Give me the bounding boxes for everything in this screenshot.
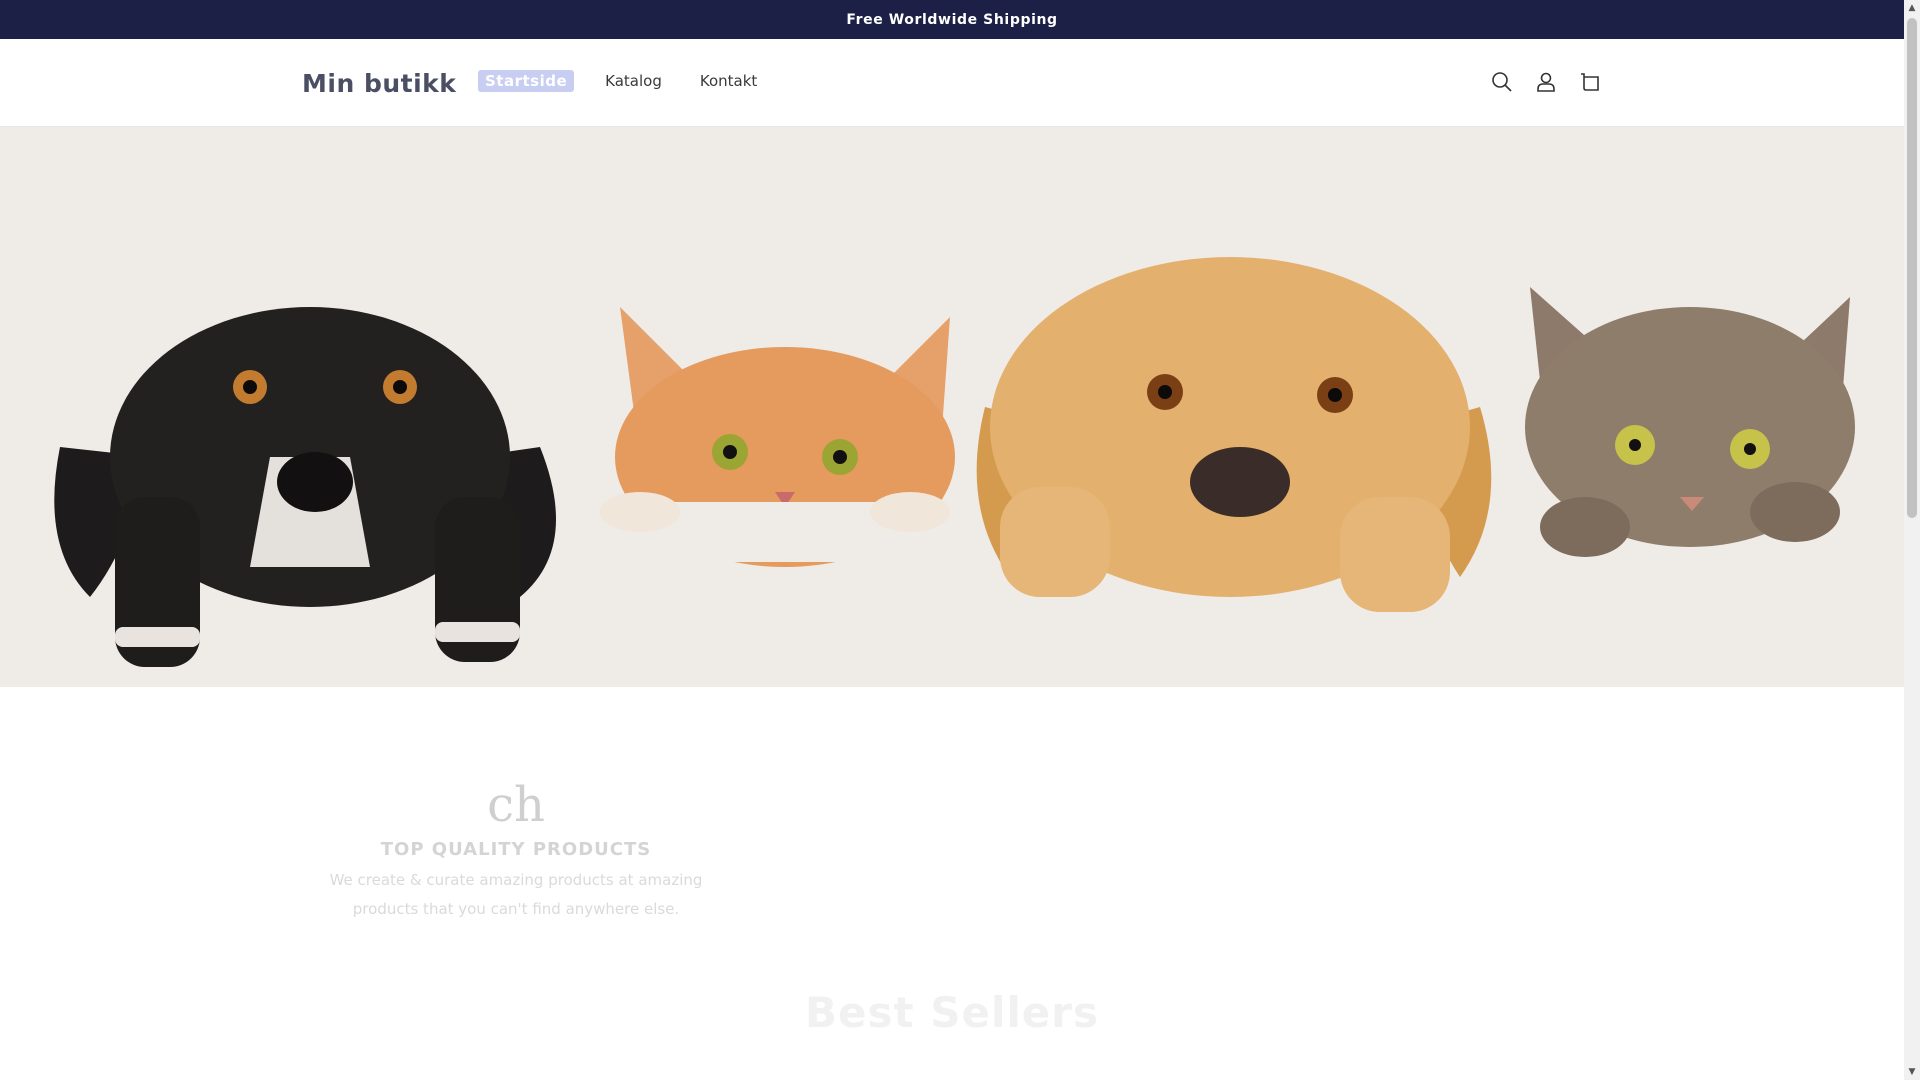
search-icon xyxy=(1492,72,1512,92)
feature-block: ch TOP QUALITY PRODUCTS We create & cura… xyxy=(310,775,722,924)
feature-text-line: We create & curate amazing products at a… xyxy=(329,871,703,889)
scroll-down-arrow-icon[interactable]: ▼ xyxy=(1904,1064,1920,1080)
hero-banner xyxy=(0,127,1904,687)
announcement-bar: Free Worldwide Shipping xyxy=(0,0,1904,39)
tabby-cat xyxy=(1525,287,1855,557)
store-logo[interactable]: Min butikk xyxy=(302,69,456,98)
search-button[interactable] xyxy=(1480,68,1524,96)
page-scrollbar[interactable]: ▲ ▼ xyxy=(1904,0,1920,1080)
feature-icon: ch xyxy=(487,777,545,833)
feature-title: TOP QUALITY PRODUCTS xyxy=(380,839,652,860)
black-and-white-dog xyxy=(54,307,556,667)
nav-item-startside[interactable]: Startside xyxy=(478,70,575,92)
account-icon xyxy=(1537,72,1555,92)
best-sellers-title: Best Sellers xyxy=(805,988,1099,1037)
account-button[interactable] xyxy=(1524,68,1568,96)
scroll-up-arrow-icon[interactable]: ▲ xyxy=(1904,0,1920,16)
announcement-text: Free Worldwide Shipping xyxy=(846,11,1058,28)
page: Free Worldwide Shipping Min butikk Start… xyxy=(0,0,1904,1080)
cart-button[interactable] xyxy=(1568,68,1612,96)
nav-item-katalog[interactable]: Katalog xyxy=(605,72,662,90)
site-header: Min butikk Startside Katalog Kontakt xyxy=(0,39,1904,127)
header-icons xyxy=(1480,68,1612,96)
feature-text-line: products that you can't find anywhere el… xyxy=(352,900,680,918)
orange-cat xyxy=(600,307,955,567)
nav-item-kontakt[interactable]: Kontakt xyxy=(700,72,757,90)
cart-icon xyxy=(1581,73,1599,91)
golden-retriever xyxy=(976,257,1492,612)
scrollbar-thumb[interactable] xyxy=(1907,18,1917,518)
feature-text: We create & curate amazing products at a… xyxy=(310,866,722,924)
main-nav: Startside Katalog Kontakt xyxy=(478,70,795,92)
hero-pets-illustration xyxy=(54,257,1855,667)
